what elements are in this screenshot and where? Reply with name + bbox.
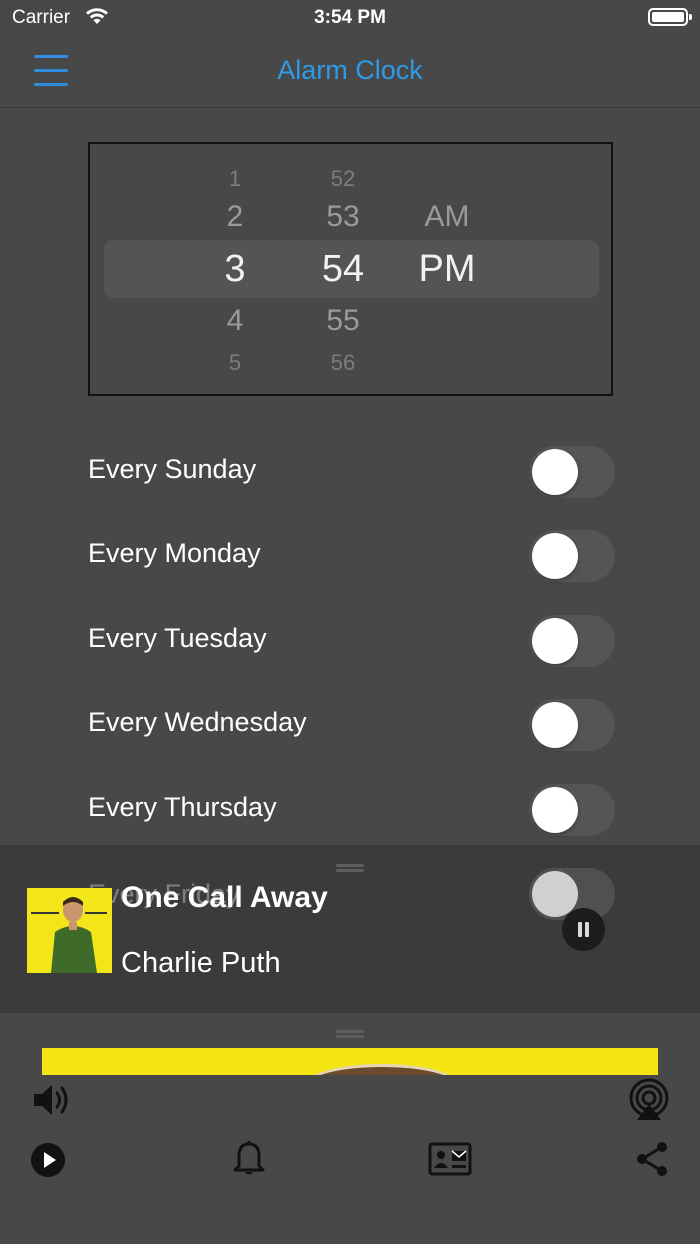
picker-value: 56: [330, 350, 356, 375]
day-row-monday: Every Monday: [88, 526, 618, 586]
picker-value: 55: [326, 304, 360, 337]
picker-value: 5: [228, 350, 242, 375]
period-wheel[interactable]: AM PM: [402, 144, 492, 394]
toggle-knob: [532, 702, 578, 748]
selected-hour: 3: [224, 248, 246, 290]
minute-wheel[interactable]: 52 53 54 55 56: [298, 144, 388, 394]
time-picker[interactable]: 1 2 3 4 5 52 53 54 55 56 AM PM: [88, 142, 613, 396]
hour-wheel[interactable]: 1 2 3 4 5: [190, 144, 280, 394]
monday-toggle[interactable]: [529, 530, 615, 582]
navigation-bar: Alarm Clock: [0, 36, 700, 108]
picker-value: 53: [326, 200, 360, 233]
album-banner: [42, 1048, 658, 1075]
day-row-tuesday: Every Tuesday: [88, 611, 618, 671]
now-playing-bar[interactable]: Every Friday One Call Away Charlie Puth: [0, 845, 700, 1013]
bell-icon[interactable]: [232, 1140, 266, 1178]
day-row-sunday: Every Sunday: [88, 442, 618, 502]
toggle-knob: [532, 787, 578, 833]
picker-value: 1: [228, 166, 242, 191]
day-row-thursday: Every Thursday: [88, 780, 618, 840]
day-label: Every Thursday: [88, 792, 277, 822]
toggle-knob: [532, 449, 578, 495]
day-row-wednesday: Every Wednesday: [88, 695, 618, 755]
toggle-knob: [532, 618, 578, 664]
picker-value: 4: [226, 304, 244, 337]
picker-value: 52: [330, 166, 356, 191]
volume-icon[interactable]: [30, 1080, 74, 1120]
share-icon[interactable]: [634, 1140, 670, 1178]
song-title: One Call Away: [121, 881, 328, 914]
toggle-knob: [532, 871, 578, 917]
selected-period: PM: [418, 248, 476, 290]
picker-value: 2: [226, 200, 244, 233]
pause-button[interactable]: [562, 908, 605, 951]
tuesday-toggle[interactable]: [529, 615, 615, 667]
day-label: Every Tuesday: [88, 623, 267, 653]
day-label: Every Wednesday: [88, 707, 307, 737]
contact-card-icon[interactable]: [428, 1142, 472, 1176]
play-icon[interactable]: [30, 1142, 66, 1178]
album-art: [27, 888, 112, 973]
battery-icon: [648, 8, 692, 26]
status-bar: Carrier 3:54 PM: [0, 0, 700, 36]
drag-handle-icon[interactable]: [336, 1030, 364, 1038]
page-title: Alarm Clock: [277, 55, 423, 85]
day-label: Every Monday: [88, 538, 261, 568]
selected-minute: 54: [321, 248, 365, 290]
wednesday-toggle[interactable]: [529, 699, 615, 751]
picker-value: AM: [424, 200, 470, 233]
drag-handle-icon[interactable]: [336, 864, 364, 872]
day-label: Every Sunday: [88, 454, 257, 484]
airplay-icon[interactable]: [627, 1078, 671, 1122]
status-time: 3:54 PM: [314, 7, 386, 28]
thursday-toggle[interactable]: [529, 784, 615, 836]
artist-name: Charlie Puth: [121, 947, 281, 979]
sunday-toggle[interactable]: [529, 446, 615, 498]
toggle-knob: [532, 533, 578, 579]
banner-artwork: [307, 1064, 457, 1075]
